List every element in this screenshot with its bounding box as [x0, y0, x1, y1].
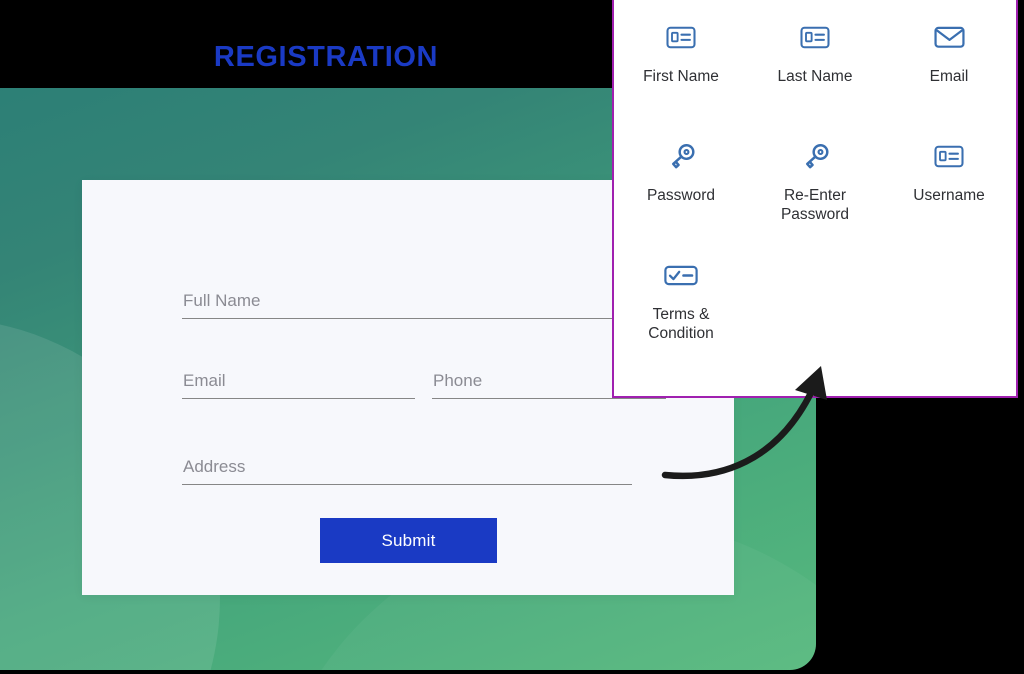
envelope-icon [934, 20, 965, 54]
legend-item-label: Re-Enter Password [780, 187, 850, 223]
checkbox-check-icon [664, 258, 698, 292]
legend-item-email[interactable]: Email [882, 6, 1016, 125]
field-label-address: Address [183, 457, 246, 476]
screenshot-canvas: REGISTRATION Full Name Email Phone Addre… [0, 0, 1024, 674]
legend-item-username[interactable]: Username [882, 125, 1016, 244]
legend-item-label: Password [646, 187, 716, 204]
legend-item-label: Email [929, 68, 969, 85]
legend-item-label: Last Name [777, 68, 853, 85]
legend-icon-grid: First Name Last Name Email Password Re-Enter… [614, 6, 1016, 363]
field-label-full-name: Full Name [183, 291, 261, 310]
field-label-phone: Phone [433, 371, 483, 390]
legend-item-first-name[interactable]: First Name [614, 6, 748, 125]
id-card-icon [666, 20, 696, 54]
legend-item-label: First Name [643, 68, 719, 85]
legend-item-re-enter-password[interactable]: Re-Enter Password [748, 125, 882, 244]
key-icon [799, 139, 832, 173]
legend-item-label: Username [913, 187, 985, 204]
page-title: REGISTRATION [213, 41, 439, 73]
legend-item-label: Terms & Condition [648, 306, 714, 342]
legend-item-terms-condition[interactable]: Terms & Condition [614, 244, 748, 363]
field-address[interactable]: Address [182, 452, 632, 485]
id-card-icon [800, 20, 830, 54]
icon-legend-panel: First Name Last Name Email Password Re-Enter… [612, 0, 1018, 398]
field-full-name[interactable]: Full Name [182, 286, 666, 319]
field-email[interactable]: Email [182, 366, 415, 399]
key-icon [665, 139, 698, 173]
id-card-icon [934, 139, 964, 173]
submit-button[interactable]: Submit [320, 518, 497, 563]
legend-item-last-name[interactable]: Last Name [748, 6, 882, 125]
field-label-email: Email [183, 371, 226, 390]
legend-item-password[interactable]: Password [614, 125, 748, 244]
